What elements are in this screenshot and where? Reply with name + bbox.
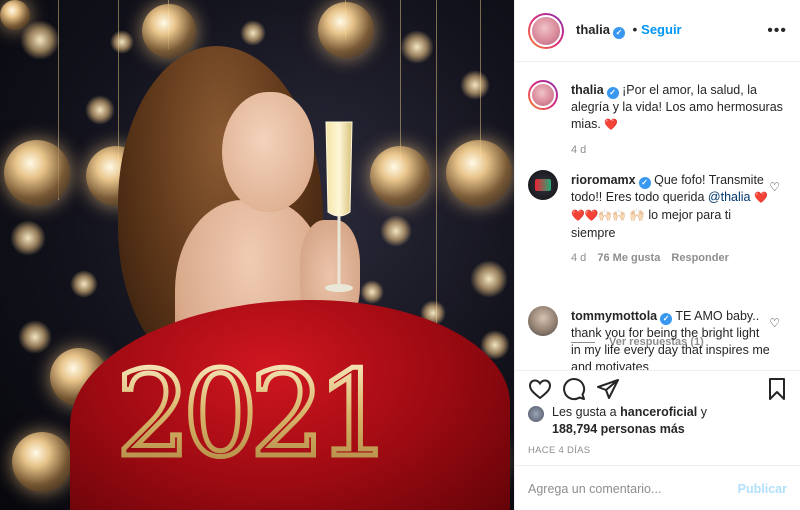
likes-count[interactable]: 188,794 personas más — [552, 422, 685, 436]
light-wire — [400, 0, 401, 165]
post-timestamp[interactable]: HACE 4 DÍAS — [528, 445, 590, 456]
avatar[interactable] — [528, 80, 558, 110]
bokeh-light — [460, 70, 490, 100]
globe-light — [4, 140, 70, 206]
champagne-glass-icon — [325, 121, 353, 292]
comments-list: thalia ✓ ¡Por el amor, la salud, la alegr… — [515, 62, 800, 370]
bokeh-light — [18, 320, 52, 354]
comment-like-heart-icon[interactable]: ♡ — [769, 316, 780, 330]
avatar[interactable] — [528, 12, 564, 49]
comment-icon[interactable] — [562, 377, 586, 401]
comment-likes[interactable]: 76 Me gusta — [597, 252, 660, 264]
paper-plane-icon[interactable] — [596, 377, 620, 401]
more-horizontal-icon[interactable]: ••• — [767, 22, 787, 40]
caption-emoji: ❤️ — [604, 119, 619, 131]
action-bar — [515, 370, 800, 408]
bokeh-light — [470, 260, 508, 298]
likes-prefix: Les gusta a — [552, 405, 617, 419]
year-2021-art: 2021 — [120, 345, 380, 475]
globe-light — [12, 432, 72, 492]
svg-text:2021: 2021 — [120, 345, 380, 475]
likes-conjunction: y — [700, 405, 707, 419]
avatar[interactable] — [528, 306, 558, 336]
mention-link[interactable]: @thalia — [708, 190, 751, 204]
verified-badge-icon: ✓ — [638, 177, 651, 189]
woman-face — [222, 92, 314, 212]
bookmark-icon[interactable] — [765, 377, 789, 401]
avatar[interactable] — [528, 406, 544, 422]
caption-age[interactable]: 4 d — [571, 144, 586, 156]
comment-username[interactable]: rioromamx — [571, 173, 636, 187]
comment-age[interactable]: 4 d — [571, 252, 586, 264]
bokeh-light — [240, 20, 266, 46]
header-username[interactable]: thalia — [576, 22, 610, 37]
post-side-panel: thalia ✓ • Seguir ••• thalia ✓ ¡Por el amor… — [514, 0, 800, 510]
comment-body: rioromamx ✓ Que fofo! Transmite todo!! Er… — [571, 172, 771, 267]
separator-dot: • — [632, 22, 638, 37]
globe-light — [0, 0, 30, 30]
add-comment-bar: Publicar — [515, 465, 800, 510]
globe-light — [446, 140, 512, 206]
bokeh-light — [20, 20, 60, 60]
reply-button[interactable]: Responder — [671, 252, 728, 264]
bokeh-light — [400, 30, 434, 64]
bokeh-light — [10, 220, 46, 256]
likes-user-link[interactable]: hanceroficial — [620, 405, 697, 419]
light-wire — [436, 0, 437, 350]
light-wire — [118, 0, 119, 170]
bokeh-light — [360, 280, 384, 304]
publish-button[interactable]: Publicar — [738, 482, 787, 496]
verified-badge-icon: ✓ — [612, 27, 625, 39]
globe-light — [142, 4, 196, 58]
avatar[interactable] — [528, 170, 558, 200]
post-header: thalia ✓ • Seguir ••• — [515, 0, 800, 62]
caption-username[interactable]: thalia — [571, 83, 604, 97]
bokeh-light — [380, 215, 412, 247]
bokeh-light — [70, 270, 98, 298]
globe-light — [370, 146, 430, 206]
verified-badge-icon: ✓ — [606, 87, 619, 99]
globe-light — [318, 2, 374, 58]
post-image[interactable]: 2021 — [0, 0, 514, 510]
comment-body: tommymottola ✓ TE AMO baby.. thank you fo… — [571, 308, 771, 370]
comment-input[interactable] — [528, 479, 728, 499]
comment-like-heart-icon[interactable]: ♡ — [769, 180, 780, 194]
heart-icon[interactable] — [528, 377, 552, 401]
bokeh-light — [85, 95, 115, 125]
follow-button[interactable]: Seguir — [641, 22, 681, 37]
bokeh-light — [110, 30, 134, 54]
comment-username[interactable]: tommymottola — [571, 309, 657, 323]
caption-body: thalia ✓ ¡Por el amor, la salud, la alegr… — [571, 82, 786, 159]
verified-badge-icon: ✓ — [660, 313, 673, 325]
